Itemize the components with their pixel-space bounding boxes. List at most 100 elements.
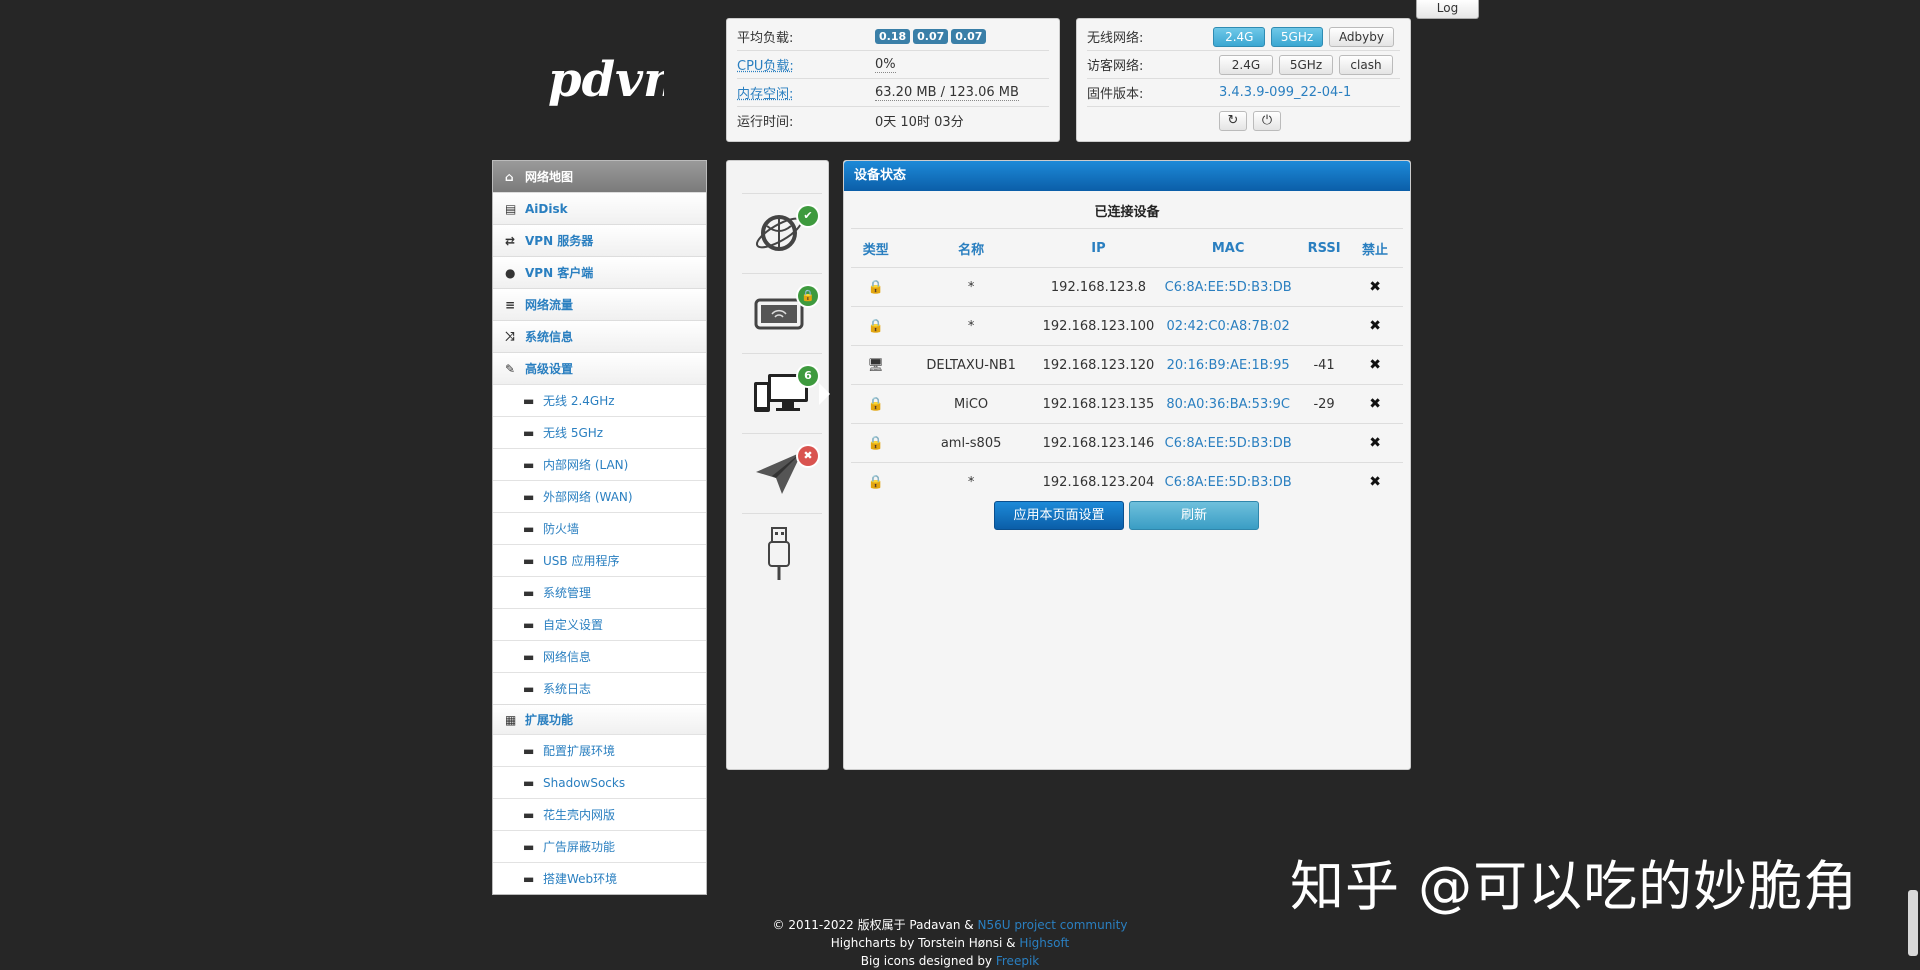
client-name: * <box>900 462 1042 501</box>
clash-button[interactable]: clash <box>1339 54 1393 75</box>
sidebar-nav: ⌂ 网络地图 ▤ AiDisk ⇄ VPN 服务器 ● VPN 客户端 ≡ 网络… <box>492 160 707 895</box>
sidebar-sub-netinfo[interactable]: ▬ 网络信息 <box>493 640 706 672</box>
block-button[interactable]: ✖ <box>1347 462 1403 501</box>
padavan-logo: pdvn <box>544 52 678 112</box>
client-name: MiCO <box>900 384 1042 424</box>
refresh-list-button[interactable]: 刷新 <box>1129 501 1259 530</box>
sidebar-sub-usb-apps[interactable]: ▬ USB 应用程序 <box>493 544 706 576</box>
load-15min: 0.07 <box>951 29 987 44</box>
zhihu-watermark: 知乎 @可以吃的妙脆角 <box>1290 855 1859 918</box>
load-row: 平均负载: 0.18 0.07 0.07 <box>737 23 1049 51</box>
action-row: ↻ ⏻ <box>1087 107 1400 134</box>
highsoft-link[interactable]: Highsoft <box>1019 936 1069 950</box>
client-mac-link[interactable]: C6:8A:EE:5D:B3:DB <box>1155 267 1301 307</box>
copyright-text: © 2011-2022 版权属于 Padavan & <box>772 918 978 932</box>
log-button[interactable]: Log <box>1416 0 1479 19</box>
sidebar-item-extensions[interactable]: ▦ 扩展功能 <box>493 704 706 734</box>
close-icon: ✖ <box>1369 279 1381 295</box>
sidebar-sub-web-env[interactable]: ▬ 搭建Web环境 <box>493 862 706 894</box>
dash-icon: ▬ <box>523 807 535 822</box>
guest-row: 访客网络: 2.4G 5GHz clash <box>1087 51 1400 79</box>
sidebar-sub-label: 防火墙 <box>543 522 580 536</box>
guest-label: 访客网络: <box>1087 59 1144 74</box>
sidebar-item-label: 网络流量 <box>525 298 574 312</box>
client-mac-link[interactable]: C6:8A:EE:5D:B3:DB <box>1155 462 1301 501</box>
refresh-icon: ↻ <box>1227 112 1239 128</box>
sidebar-sub-custom[interactable]: ▬ 自定义设置 <box>493 608 706 640</box>
sidebar-item-network-map[interactable]: ⌂ 网络地图 <box>493 161 706 192</box>
uptime-label: 运行时间: <box>737 115 794 130</box>
dash-icon: ▬ <box>523 775 535 790</box>
action-buttons: 应用本页面设置 刷新 <box>994 501 1259 530</box>
load-5min: 0.07 <box>913 29 949 44</box>
logo-text: pdvn <box>548 52 664 108</box>
table-row: 🔒 MiCO 192.168.123.135 80:A0:36:BA:53:9C… <box>851 384 1403 424</box>
n56u-link[interactable]: N56U project community <box>977 918 1127 932</box>
lock-icon: 🔒 <box>851 267 901 307</box>
cpu-label-link[interactable]: CPU负载: <box>737 55 875 74</box>
client-mac-link[interactable]: 80:A0:36:BA:53:9C <box>1155 384 1301 424</box>
sidebar-sub-admin[interactable]: ▬ 系统管理 <box>493 576 706 608</box>
block-button[interactable]: ✖ <box>1347 306 1403 346</box>
block-button[interactable]: ✖ <box>1347 423 1403 463</box>
client-name: * <box>900 267 1042 307</box>
client-rssi <box>1301 423 1348 463</box>
firmware-version-link[interactable]: 3.4.3.9-099_22-04-1 <box>1219 85 1351 100</box>
clients-status-icon[interactable]: 6 <box>742 353 822 432</box>
sidebar-sub-adblock[interactable]: ▬ 广告屏蔽功能 <box>493 830 706 862</box>
sidebar-sub-ext-env[interactable]: ▬ 配置扩展环境 <box>493 734 706 766</box>
sidebar-item-advanced[interactable]: ✎ 高级设置 <box>493 352 706 384</box>
internet-status-icon[interactable]: ✔ <box>742 193 822 272</box>
client-mac-link[interactable]: 02:42:C0:A8:7B:02 <box>1155 306 1301 346</box>
sidebar-item-vpn-server[interactable]: ⇄ VPN 服务器 <box>493 224 706 256</box>
mem-label-link[interactable]: 内存空闲: <box>737 83 875 102</box>
client-mac-link[interactable]: 20:16:B9:AE:1B:95 <box>1155 345 1301 385</box>
sidebar-item-traffic[interactable]: ≡ 网络流量 <box>493 288 706 320</box>
table-caption: 已连接设备 <box>1094 205 1160 220</box>
col-ip: IP <box>1041 228 1156 268</box>
sidebar-sub-lan[interactable]: ▬ 内部网络 (LAN) <box>493 448 706 480</box>
highcharts-line: Highcharts by Torstein Hønsi & Highsoft <box>700 934 1200 952</box>
wifi-24g-button[interactable]: 2.4G <box>1213 26 1266 47</box>
router-status-icon[interactable]: 🔒 <box>742 273 822 352</box>
client-ip: 192.168.123.135 <box>1041 384 1156 424</box>
sidebar-sub-label: 内部网络 (LAN) <box>543 458 629 472</box>
freepik-link[interactable]: Freepik <box>996 954 1039 968</box>
refresh-button[interactable]: ↻ <box>1219 110 1247 131</box>
close-icon: ✖ <box>1369 474 1381 490</box>
sidebar-item-vpn-client[interactable]: ● VPN 客户端 <box>493 256 706 288</box>
close-icon: ✖ <box>1369 318 1381 334</box>
guest-24g-button[interactable]: 2.4G <box>1219 54 1273 75</box>
sidebar-item-label: VPN 客户端 <box>525 266 594 280</box>
sidebar-sub-firewall[interactable]: ▬ 防火墙 <box>493 512 706 544</box>
sidebar-item-aidisk[interactable]: ▤ AiDisk <box>493 192 706 224</box>
sidebar-sub-phddns[interactable]: ▬ 花生壳内网版 <box>493 798 706 830</box>
sidebar-sub-wireless-5[interactable]: ▬ 无线 5GHz <box>493 416 706 448</box>
load-label: 平均负载: <box>737 31 794 46</box>
sidebar-sub-wan[interactable]: ▬ 外部网络 (WAN) <box>493 480 706 512</box>
guest-5g-button[interactable]: 5GHz <box>1279 54 1333 75</box>
adbyby-button[interactable]: Adbyby <box>1328 26 1394 47</box>
table-row: 🔒 aml-s805 192.168.123.146 C6:8A:EE:5D:B… <box>851 423 1403 463</box>
usb-status-icon[interactable] <box>742 513 822 592</box>
apply-button[interactable]: 应用本页面设置 <box>994 501 1124 530</box>
sidebar-sub-label: USB 应用程序 <box>543 554 620 568</box>
client-ip: 192.168.123.8 <box>1041 267 1156 307</box>
sidebar-sub-label: ShadowSocks <box>543 775 626 790</box>
retweet-icon: ⇄ <box>505 233 516 248</box>
block-button[interactable]: ✖ <box>1347 384 1403 424</box>
block-button[interactable]: ✖ <box>1347 345 1403 385</box>
sidebar-sub-wireless-24[interactable]: ▬ 无线 2.4GHz <box>493 384 706 416</box>
sidebar-sub-syslog[interactable]: ▬ 系统日志 <box>493 672 706 704</box>
client-mac-link[interactable]: C6:8A:EE:5D:B3:DB <box>1155 423 1301 463</box>
dash-icon: ▬ <box>523 393 535 408</box>
sidebar-sub-label: 无线 5GHz <box>543 426 604 440</box>
vpn-status-icon[interactable]: ✖ <box>742 433 822 512</box>
power-button[interactable]: ⏻ <box>1253 110 1281 131</box>
network-map-icons: ✔ 🔒 6 ✖ <box>726 160 830 770</box>
sidebar-item-sysinfo[interactable]: ⤨ 系统信息 <box>493 320 706 352</box>
block-button[interactable]: ✖ <box>1347 267 1403 307</box>
sidebar-sub-shadowsocks[interactable]: ▬ ShadowSocks <box>493 766 706 798</box>
wifi-5g-button[interactable]: 5GHz <box>1271 26 1323 47</box>
scrollbar[interactable] <box>1908 890 1918 956</box>
